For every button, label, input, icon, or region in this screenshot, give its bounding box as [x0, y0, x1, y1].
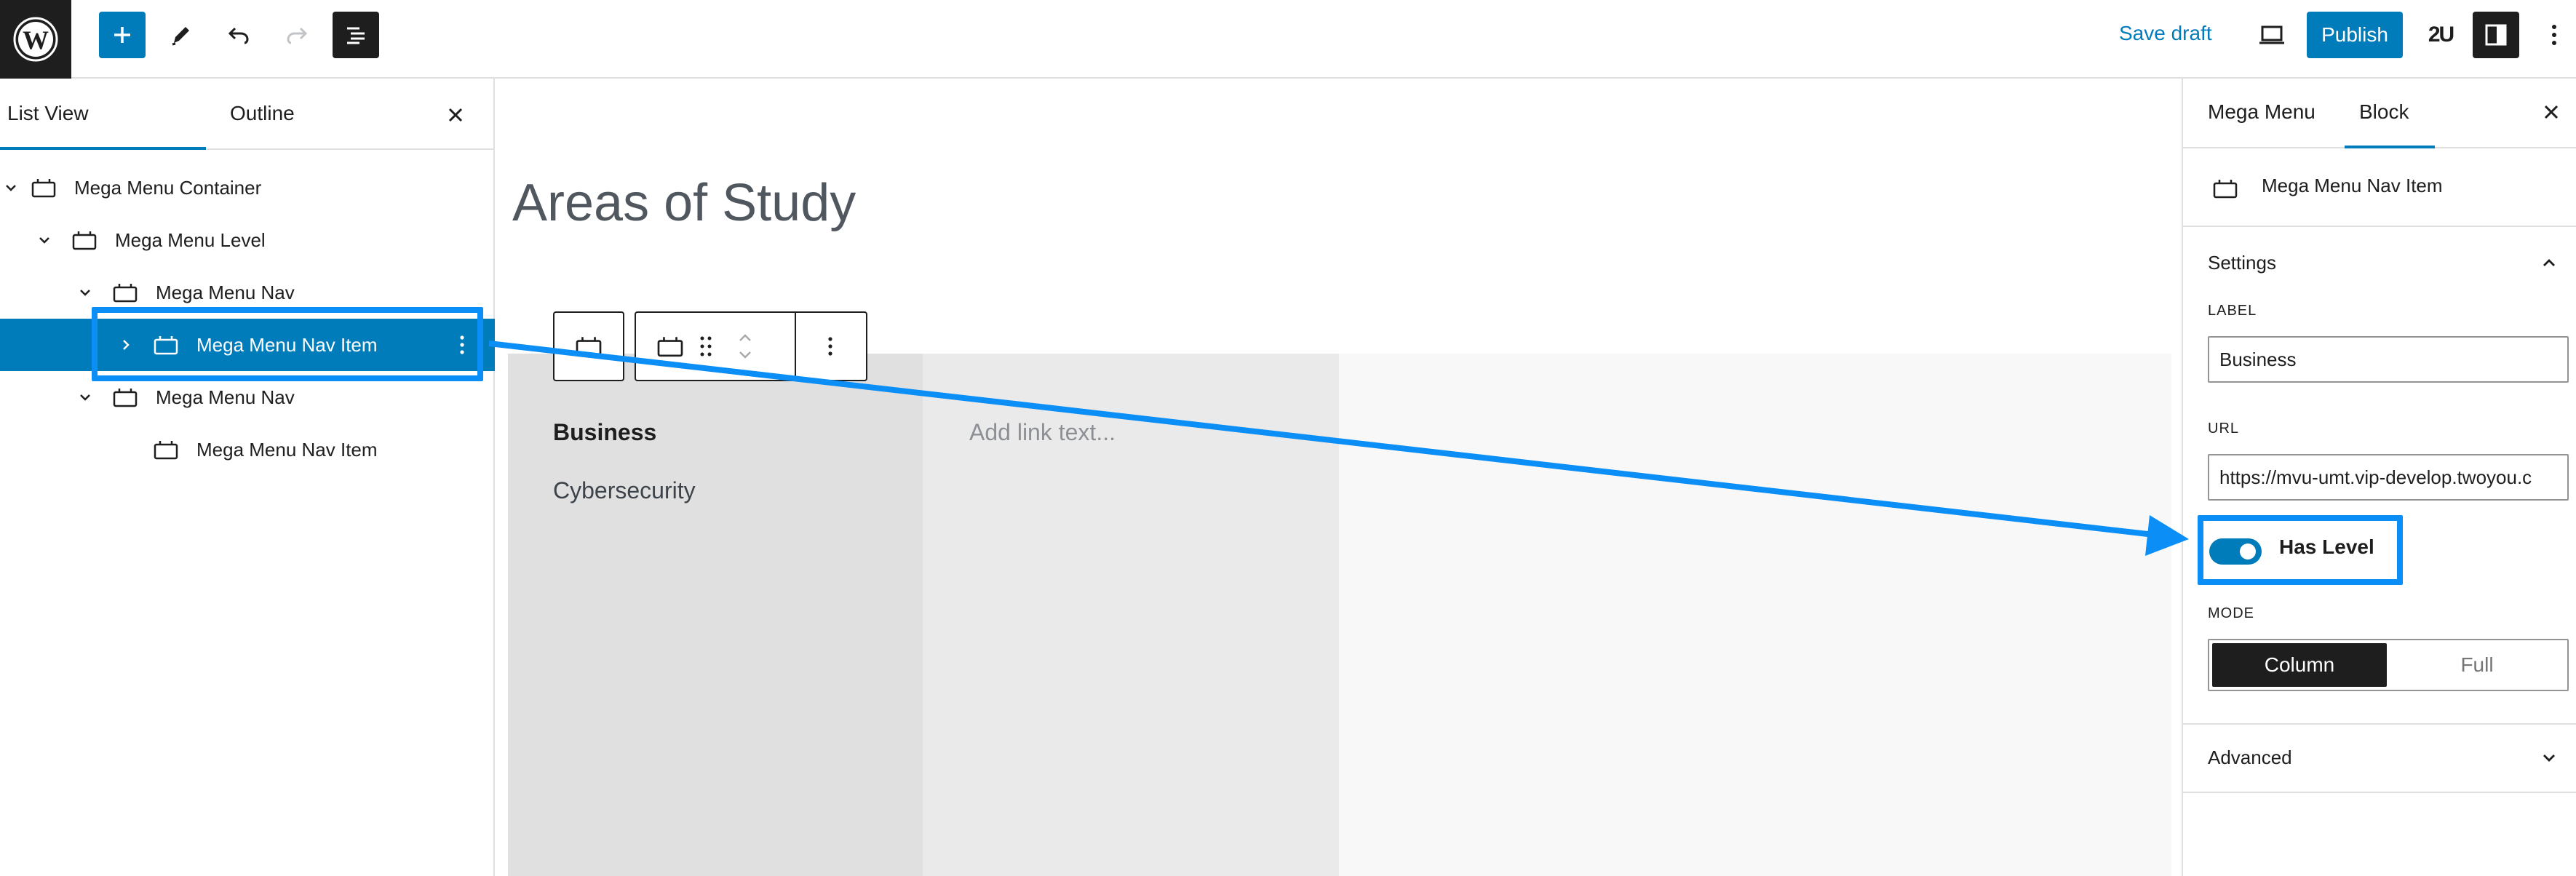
block-icon — [112, 386, 138, 408]
list-item-label: Mega Menu Nav — [156, 281, 295, 303]
chevron-right-icon[interactable] — [115, 334, 137, 356]
list-item[interactable]: Mega Menu Level — [0, 214, 495, 266]
url-input[interactable] — [2208, 454, 2569, 501]
publish-button[interactable]: Publish — [2307, 12, 2403, 58]
settings-panel-header[interactable]: Settings — [2183, 227, 2576, 292]
move-arrows-icon — [739, 334, 751, 359]
settings-sidebar: Mega Menu Block Mega Menu Nav Item Setti… — [2182, 79, 2576, 876]
list-item[interactable]: Mega Menu Container — [0, 162, 495, 214]
toggle-knob — [2240, 543, 2256, 560]
add-link-placeholder[interactable]: Add link text... — [969, 419, 1116, 446]
desktop-preview-icon — [2259, 25, 2284, 44]
document-overview-button[interactable] — [333, 12, 379, 58]
save-draft-button[interactable]: Save draft — [2119, 22, 2212, 45]
block-icon — [31, 177, 57, 199]
has-level-label: Has Level — [2279, 535, 2374, 558]
list-view-tabs: List View Outline — [0, 79, 493, 150]
close-icon — [448, 108, 463, 122]
label-field-label: LABEL — [2208, 303, 2257, 319]
chevron-down-icon[interactable] — [74, 282, 96, 303]
list-item-label: Mega Menu Level — [115, 228, 266, 251]
list-item[interactable]: Mega Menu Nav Item — [0, 423, 495, 476]
add-block-button[interactable] — [99, 12, 146, 58]
has-level-toggle[interactable] — [2209, 538, 2262, 565]
advanced-panel-header[interactable]: Advanced — [2183, 723, 2576, 793]
label-input[interactable] — [2208, 336, 2569, 383]
mode-toggle-group: Column Full — [2208, 639, 2569, 691]
block-options-icon[interactable] — [451, 327, 473, 363]
list-item[interactable]: Mega Menu Nav — [0, 266, 495, 319]
list-view-icon — [347, 27, 365, 44]
options-menu-button[interactable] — [2531, 12, 2576, 58]
list-item[interactable]: Mega Menu Nav — [0, 371, 495, 423]
tab-outline[interactable]: Outline — [230, 102, 295, 125]
chevron-down-icon[interactable] — [33, 229, 55, 251]
mode-field-label: MODE — [2208, 605, 2254, 621]
undo-button[interactable] — [215, 12, 262, 58]
tab-mega-menu[interactable]: Mega Menu — [2208, 100, 2315, 124]
preview-button[interactable] — [2249, 12, 2295, 58]
sidebar-tabs: Mega Menu Block — [2183, 79, 2576, 148]
tab-list-view[interactable]: List View — [7, 102, 89, 125]
settings-toggle-button[interactable] — [2473, 12, 2519, 58]
block-more-options-button[interactable] — [795, 313, 866, 380]
tools-button[interactable] — [157, 12, 204, 58]
kebab-menu-icon — [2552, 25, 2556, 45]
tab-block[interactable]: Block — [2359, 100, 2409, 124]
wordpress-logo-icon[interactable]: W — [0, 0, 71, 79]
chevron-down-icon[interactable] — [0, 177, 22, 199]
close-list-view-button[interactable] — [441, 100, 470, 130]
close-icon — [2544, 105, 2559, 119]
move-up-down-buttons[interactable] — [723, 313, 766, 380]
pencil-icon — [172, 27, 189, 46]
advanced-panel-title: Advanced — [2208, 746, 2292, 768]
url-field-label: URL — [2208, 421, 2240, 437]
block-icon — [576, 337, 602, 357]
chevron-down-icon[interactable] — [74, 386, 96, 408]
block-icon — [153, 439, 179, 461]
editor-top-toolbar: W Save draft Publish 2U — [0, 0, 2576, 79]
plugin-2u-button[interactable]: 2U — [2417, 12, 2464, 58]
list-item-label: Mega Menu Nav — [156, 386, 295, 408]
parent-block-button[interactable] — [553, 311, 624, 381]
editor-canvas: Areas of Study Business Cybersecurity Ad… — [496, 79, 2182, 876]
plus-icon — [114, 27, 130, 43]
block-icon — [112, 282, 138, 303]
block-icon — [2212, 178, 2238, 199]
page-title[interactable]: Areas of Study — [512, 173, 856, 233]
block-name: Mega Menu Nav Item — [2262, 175, 2443, 196]
chevron-down-icon — [2538, 746, 2560, 768]
mega-menu-column[interactable]: Business Cybersecurity — [508, 354, 923, 876]
redo-icon — [287, 27, 308, 44]
redo-button[interactable] — [274, 12, 320, 58]
mode-option-full[interactable]: Full — [2390, 643, 2564, 687]
nav-link[interactable]: Cybersecurity — [553, 477, 696, 504]
list-item-label: Mega Menu Nav Item — [196, 333, 378, 356]
undo-icon — [228, 27, 249, 44]
block-icon — [153, 334, 179, 356]
chevron-up-icon — [2538, 252, 2560, 274]
block-toolbar — [635, 311, 867, 381]
toolbar-divider — [795, 311, 796, 381]
drag-handle-icon[interactable] — [688, 313, 723, 380]
mega-menu-column[interactable]: Add link text... — [923, 354, 1339, 876]
settings-panel-title: Settings — [2208, 252, 2276, 274]
close-sidebar-button[interactable] — [2537, 97, 2566, 127]
mega-menu-preview: Business Cybersecurity Add link text... — [508, 354, 2171, 876]
kebab-menu-icon — [828, 337, 832, 356]
mode-option-column[interactable]: Column — [2212, 643, 2387, 687]
list-item-selected[interactable]: Mega Menu Nav Item — [0, 319, 495, 371]
list-item-label: Mega Menu Nav Item — [196, 438, 378, 461]
block-icon — [71, 229, 98, 251]
block-card: Mega Menu Nav Item — [2183, 148, 2576, 227]
active-tab-indicator — [0, 147, 206, 150]
block-icon — [657, 337, 683, 357]
list-item-label: Mega Menu Container — [74, 176, 262, 199]
block-type-button[interactable] — [652, 313, 688, 380]
svg-text:W: W — [23, 25, 49, 55]
sidebar-icon — [2485, 24, 2507, 46]
nav-heading[interactable]: Business — [553, 419, 656, 446]
